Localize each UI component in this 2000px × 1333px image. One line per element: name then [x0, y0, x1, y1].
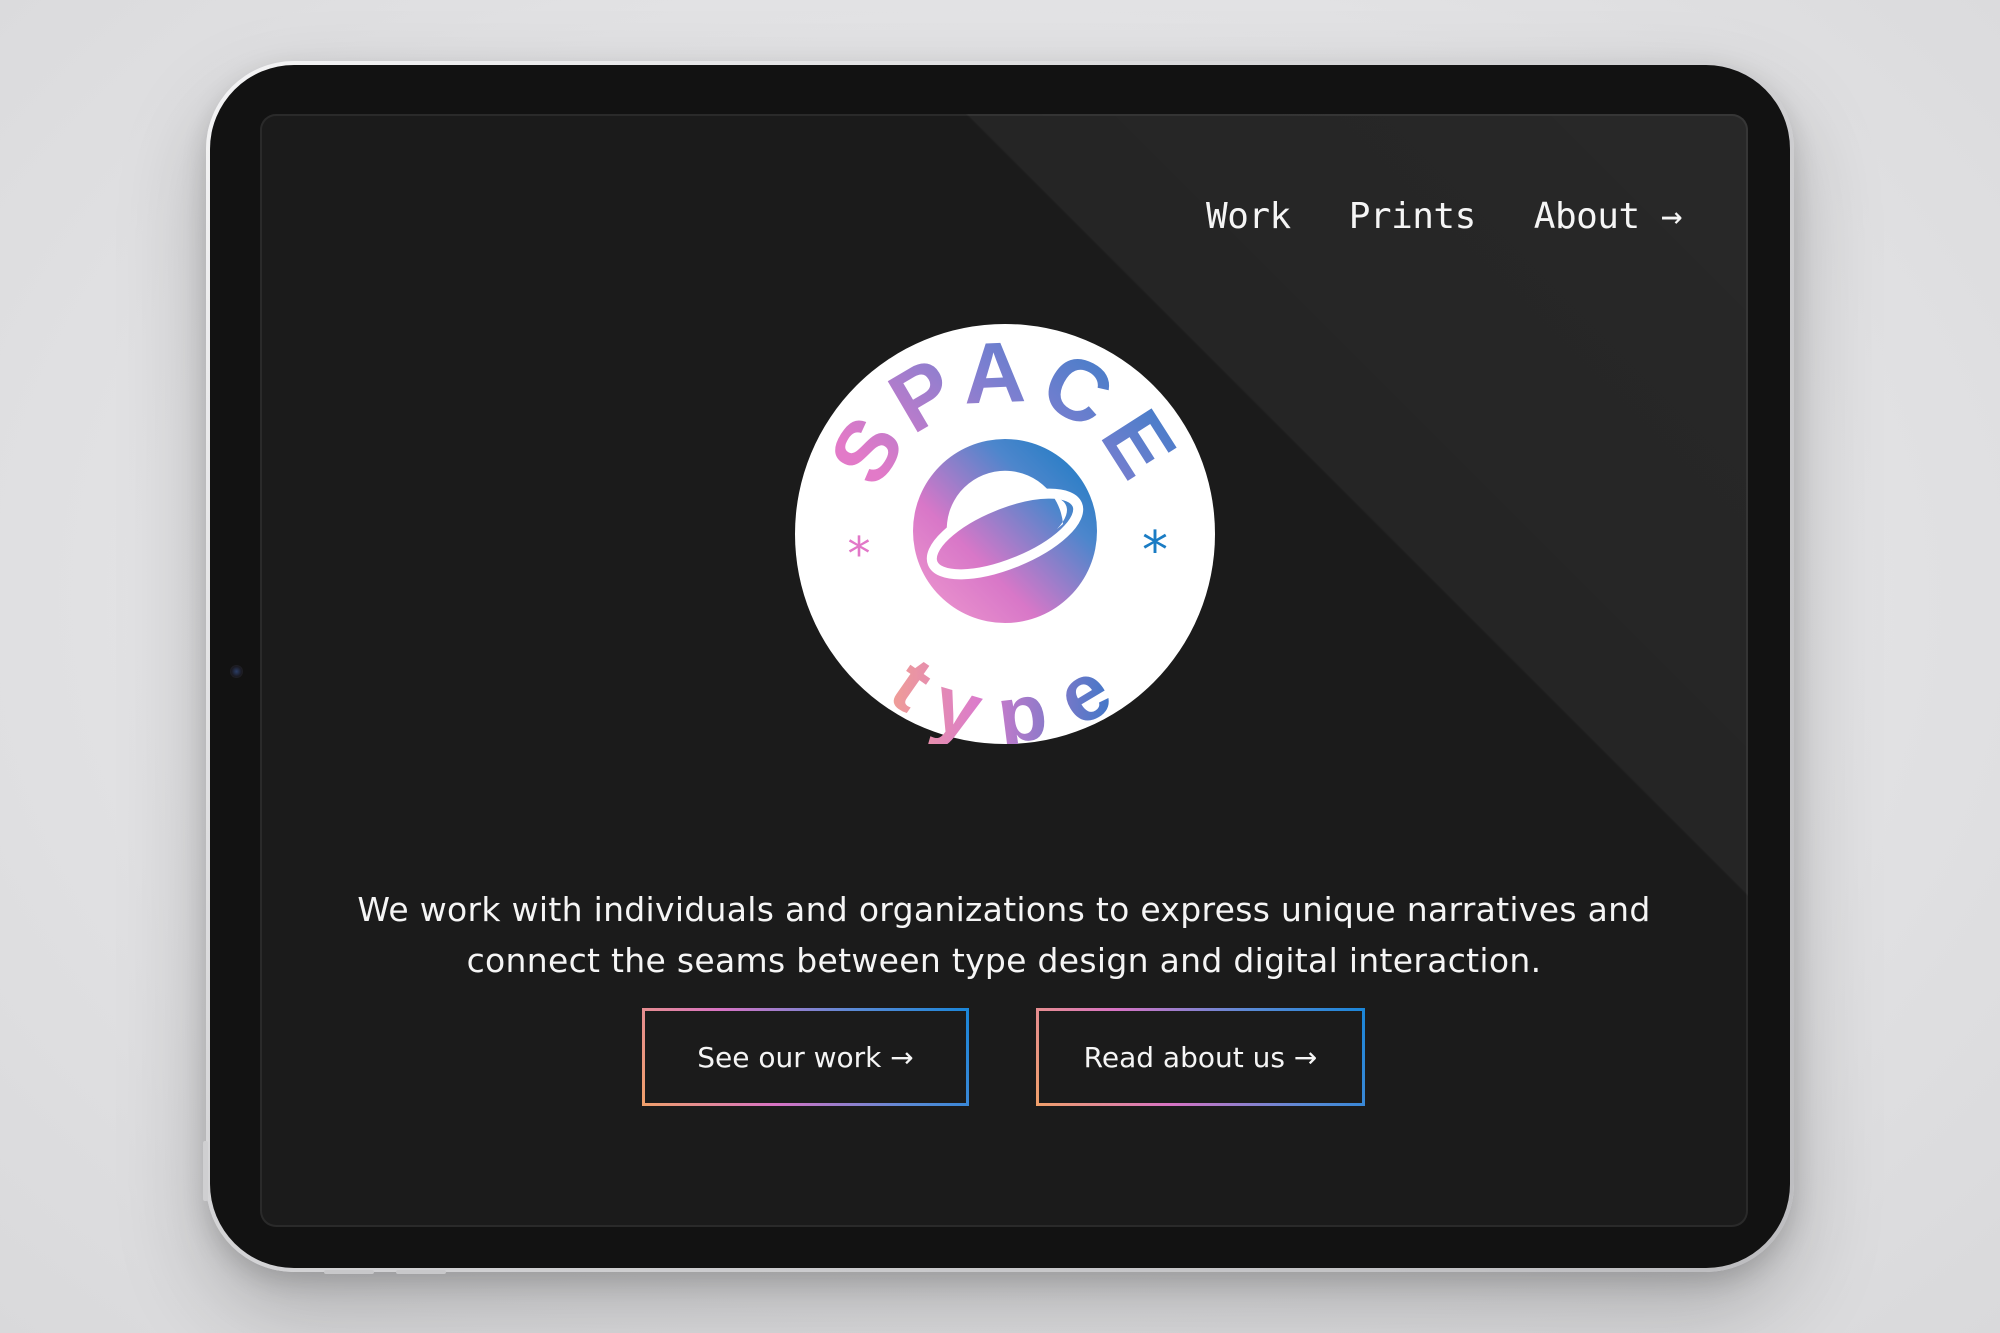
- space-type-logo[interactable]: SPACE type * *: [795, 324, 1215, 744]
- planet-icon: [913, 439, 1097, 623]
- volume-button: [203, 1141, 208, 1201]
- read-about-us-button[interactable]: Read about us →: [1036, 1008, 1365, 1106]
- tagline-line-1: We work with individuals and organizatio…: [357, 890, 1651, 929]
- svg-text:*: *: [1142, 521, 1168, 581]
- tagline-line-2: connect the seams between type design an…: [466, 941, 1542, 980]
- star-icon: *: [1142, 521, 1168, 581]
- device-button: [324, 1270, 374, 1274]
- cta-row: See our work → Read about us →: [260, 1008, 1748, 1108]
- hero-tagline: We work with individuals and organizatio…: [280, 884, 1728, 986]
- tablet-device: Work Prints About → SPACE type * * We wo…: [203, 61, 1794, 1274]
- nav-item-work[interactable]: Work: [1206, 196, 1291, 237]
- star-icon: *: [848, 527, 871, 581]
- camera-icon: [230, 665, 243, 678]
- tablet-bezel: Work Prints About → SPACE type * * We wo…: [210, 65, 1790, 1268]
- main-nav: Work Prints About →: [1206, 196, 1682, 237]
- website-screen: Work Prints About → SPACE type * * We wo…: [260, 114, 1748, 1227]
- nav-item-prints[interactable]: Prints: [1349, 196, 1477, 237]
- device-button: [396, 1270, 446, 1274]
- nav-item-about[interactable]: About →: [1534, 196, 1683, 237]
- svg-text:*: *: [848, 527, 871, 581]
- see-our-work-button[interactable]: See our work →: [642, 1008, 969, 1106]
